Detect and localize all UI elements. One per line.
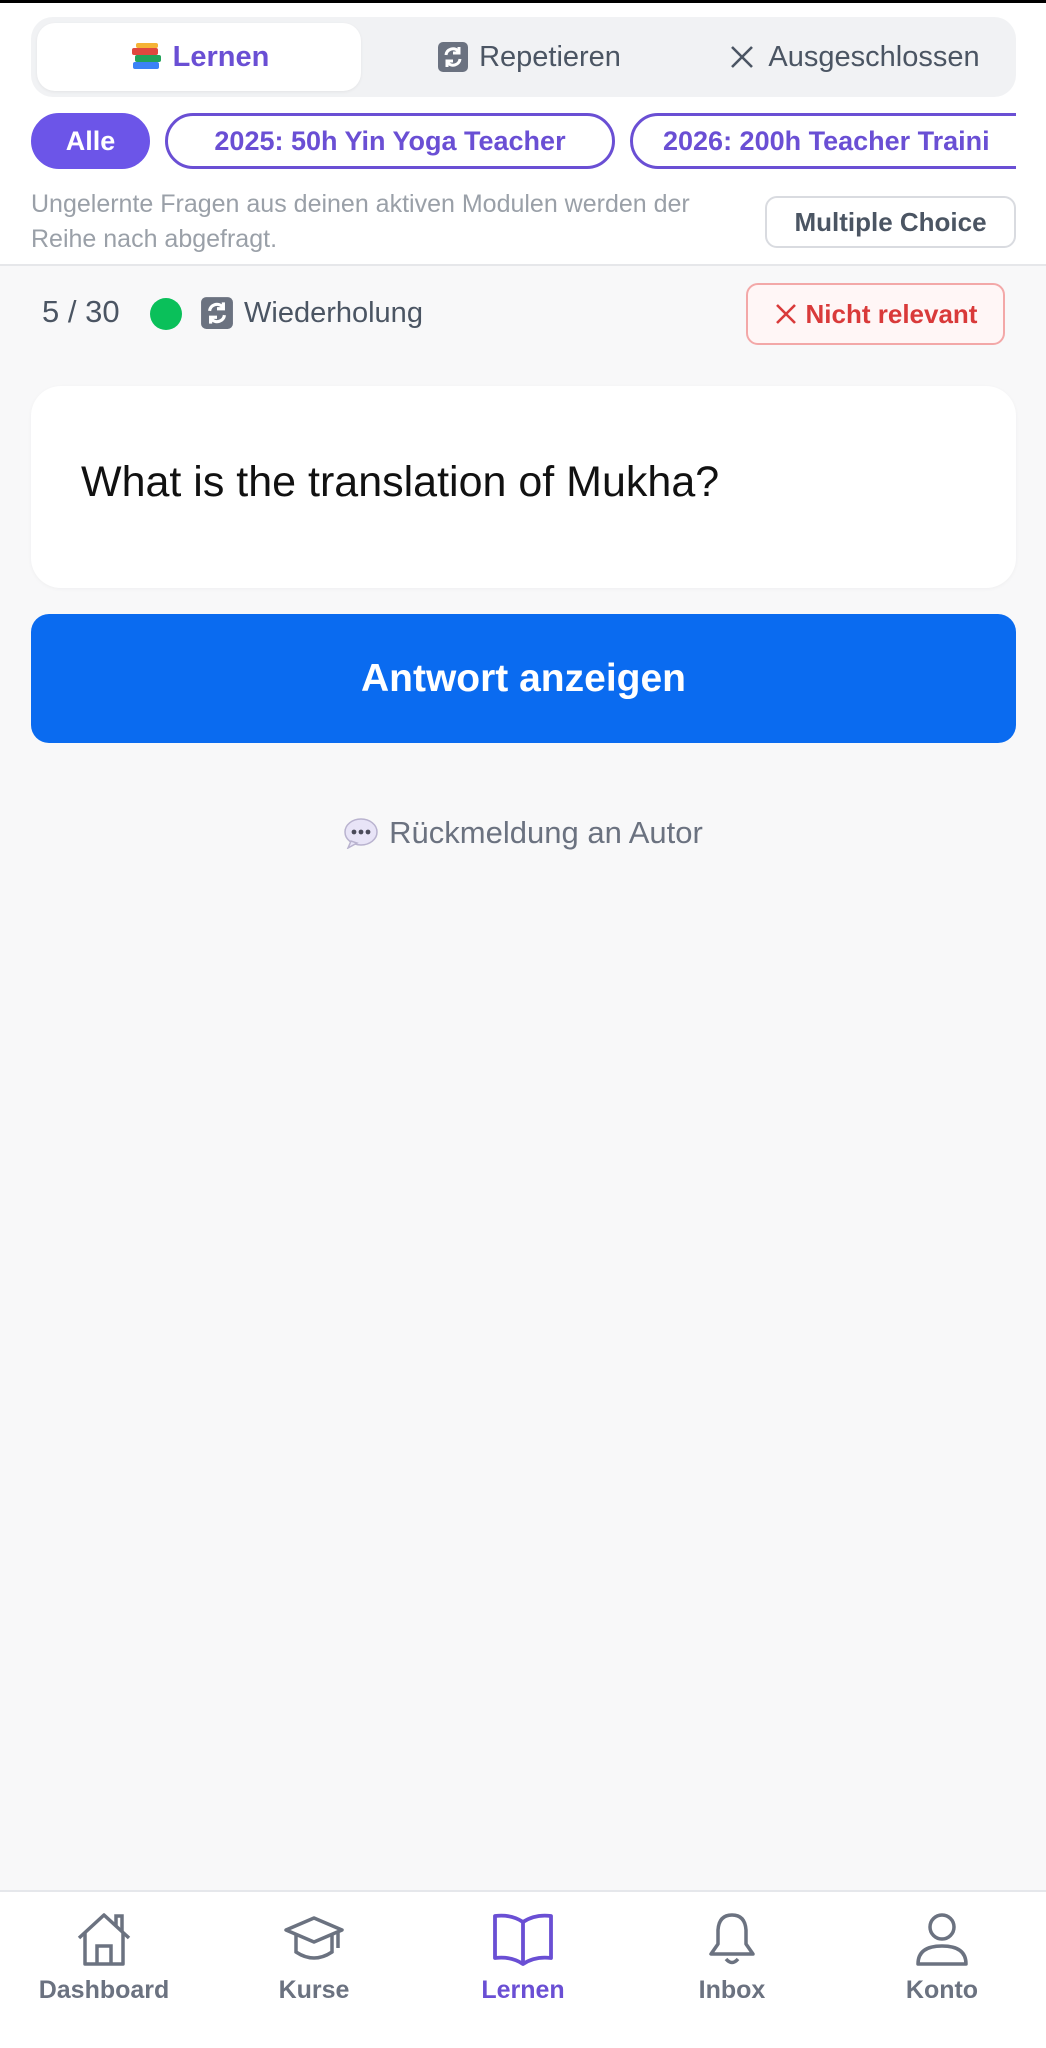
nav-dashboard[interactable]: Dashboard: [24, 1910, 184, 2030]
graduation-cap-icon: [284, 1916, 344, 1960]
question-card: What is the translation of Mukha?: [31, 386, 1016, 588]
repeat-badge: Wiederholung: [200, 296, 423, 330]
close-icon: [724, 41, 760, 73]
show-answer-button[interactable]: Antwort anzeigen: [31, 614, 1016, 743]
nav-dashboard-label: Dashboard: [38, 1976, 170, 2004]
status-dot: [150, 298, 182, 330]
nav-kurse-label: Kurse: [278, 1976, 350, 2004]
speech-bubble-icon: [343, 817, 379, 850]
tab-repetieren-label: Repetieren: [479, 40, 621, 73]
feedback-label: Rückmeldung an Autor: [389, 815, 703, 850]
repeat-icon: [200, 296, 236, 330]
nav-lernen[interactable]: Lernen: [443, 1910, 603, 2030]
close-icon: [775, 304, 796, 324]
tab-ausgeschlossen-label: Ausgeschlossen: [768, 40, 980, 73]
question-text: What is the translation of Mukha?: [81, 458, 720, 506]
chip-alle[interactable]: Alle: [31, 113, 150, 169]
chip-yin-yoga[interactable]: 2025: 50h Yin Yoga Teacher: [165, 113, 615, 169]
bell-icon: [709, 1913, 755, 1965]
tab-ausgeschlossen[interactable]: Ausgeschlossen: [694, 23, 1010, 91]
mode-tabs: Lernen Repetieren Ausgeschlossen: [31, 17, 1016, 97]
feedback-link[interactable]: Rückmeldung an Autor: [0, 815, 1046, 851]
nav-konto-label: Konto: [905, 1976, 979, 2004]
book-open-icon: [493, 1913, 553, 1966]
question-counter: 5 / 30: [42, 294, 120, 329]
nav-kurse[interactable]: Kurse: [234, 1910, 394, 2030]
books-icon: [129, 41, 165, 73]
nav-konto[interactable]: Konto: [862, 1910, 1022, 2030]
home-icon: [77, 1913, 131, 1966]
chip-teacher-training[interactable]: 2026: 200h Teacher Traini: [630, 113, 1016, 169]
repeat-icon: [435, 41, 471, 73]
nav-inbox[interactable]: Inbox: [652, 1910, 812, 2030]
bottom-nav: Dashboard Kurse Lernen Inbox Konto: [0, 1890, 1046, 2048]
not-relevant-label: Nicht relevant: [805, 298, 978, 329]
nav-lernen-label: Lernen: [481, 1976, 565, 2004]
repeat-label: Wiederholung: [244, 296, 423, 329]
tab-repetieren[interactable]: Repetieren: [366, 23, 690, 91]
top-panel: Lernen Repetieren Ausgeschlossen Alle 20…: [0, 0, 1046, 266]
tab-lernen[interactable]: Lernen: [37, 23, 361, 91]
user-icon: [916, 1913, 968, 1966]
module-chips: Alle 2025: 50h Yin Yoga Teacher 2026: 20…: [31, 113, 1016, 171]
hint-text: Ungelernte Fragen aus deinen aktiven Mod…: [31, 190, 690, 253]
nav-inbox-label: Inbox: [698, 1976, 766, 2004]
not-relevant-button[interactable]: Nicht relevant: [746, 283, 1005, 345]
multiple-choice-button[interactable]: Multiple Choice: [765, 196, 1016, 248]
tab-lernen-label: Lernen: [172, 40, 270, 73]
